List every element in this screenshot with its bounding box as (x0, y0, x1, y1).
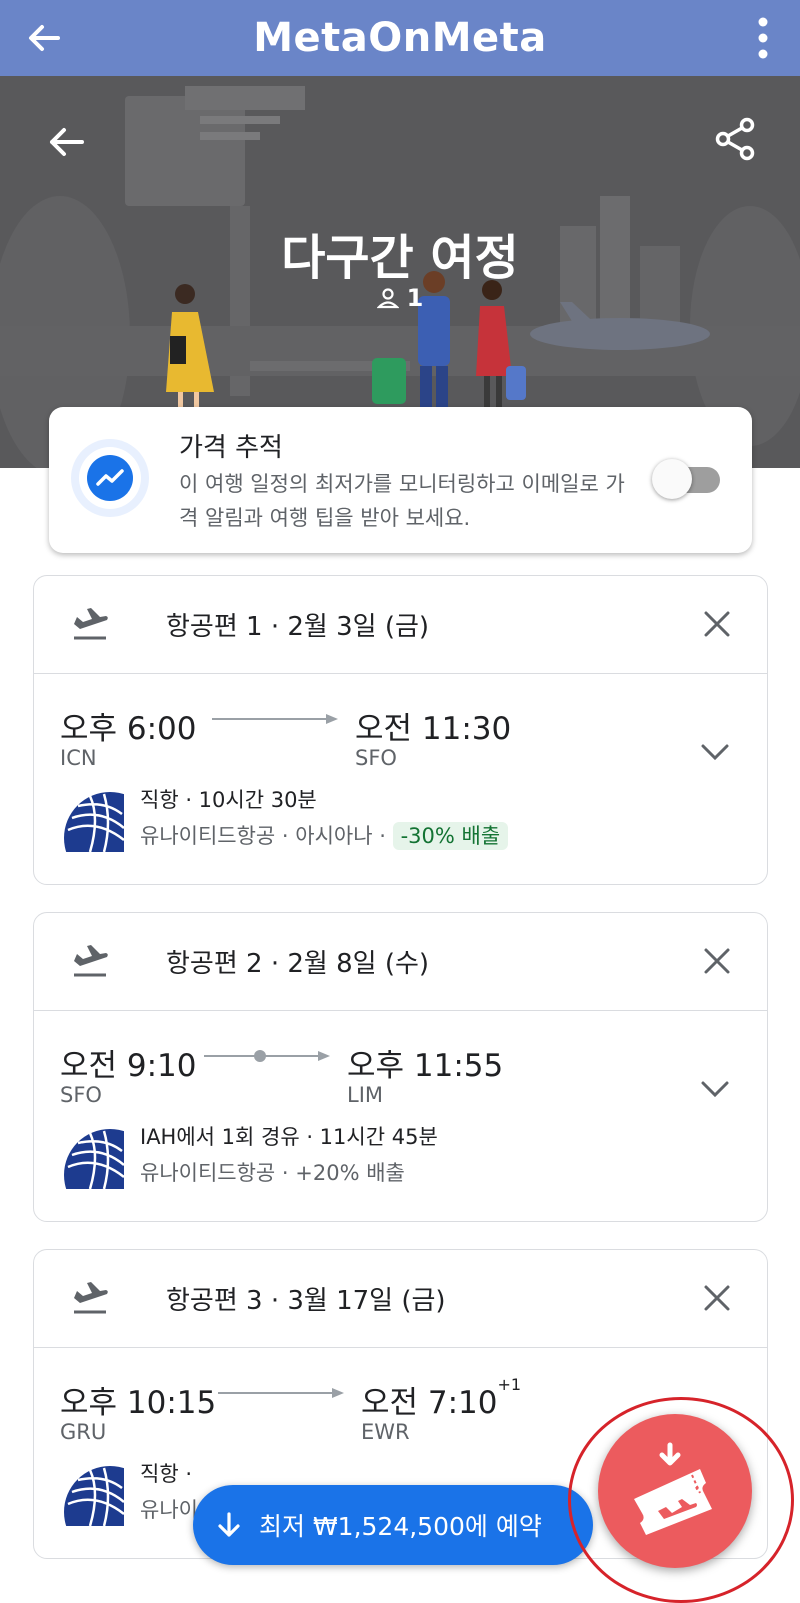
person-icon (376, 288, 399, 309)
airlines-info: 유나이티드항공 · 아시아나 · -30% 배출 (140, 820, 509, 850)
route-line (212, 718, 334, 720)
layover-dot (254, 1050, 266, 1062)
close-icon[interactable] (703, 1284, 731, 1312)
route-arrow-icon (332, 1388, 344, 1398)
arrival-airport: SFO (355, 746, 397, 770)
arrival-time: 오전 7:10+1 (361, 1375, 522, 1421)
departure-time: 오후 10:15 (60, 1385, 217, 1421)
price-tracking-card: 가격 추적 이 여행 일정의 최저가를 모니터링하고 이메일로 가격 알림과 여… (49, 407, 752, 553)
arrow-down-icon (218, 1512, 240, 1537)
united-airlines-logo (60, 788, 124, 852)
flight-ticket-icon (634, 1442, 712, 1535)
departure-airport: ICN (60, 746, 97, 770)
route-arrow-icon (326, 714, 338, 724)
price-tracking-toggle[interactable] (652, 459, 724, 499)
more-options-icon[interactable] (756, 16, 770, 60)
close-icon[interactable] (703, 947, 731, 975)
app-bar: MetaOnMeta (0, 0, 800, 76)
price-trend-icon (71, 439, 149, 517)
departure-airport: SFO (60, 1083, 102, 1107)
book-cheapest-button[interactable]: 최저 ₩1,524,500에 예약 (193, 1485, 593, 1565)
price-tracking-title: 가격 추적 (179, 433, 283, 463)
stops-and-duration: 직항 · (140, 1462, 192, 1486)
united-airlines-logo (60, 1125, 124, 1189)
emissions-badge: -30% 배출 (392, 822, 509, 850)
price-tracking-description: 이 여행 일정의 최저가를 모니터링하고 이메일로 가격 알림과 여행 팁을 받… (179, 472, 625, 530)
app-title: MetaOnMeta (253, 15, 547, 61)
arrival-airport: LIM (347, 1083, 384, 1107)
trip-title: 다구간 여정 (281, 230, 519, 286)
passenger-count: 1 (0, 284, 800, 312)
flight-header-title: 항공편 2 · 2월 8일 (수) (166, 949, 430, 979)
flight-card-1[interactable]: 항공편 1 · 2월 3일 (금) 오후 6:00 오전 11:30 ICN S… (33, 575, 768, 885)
stops-and-duration: 직항 · 10시간 30분 (140, 788, 317, 812)
route-line (218, 1392, 340, 1394)
flight-card-header: 항공편 3 · 3월 17일 (금) (34, 1250, 767, 1348)
united-airlines-logo (60, 1462, 124, 1526)
hero-back-arrow-icon[interactable] (44, 120, 88, 164)
plane-departure-icon (74, 945, 108, 977)
flight-card-header: 항공편 2 · 2월 8일 (수) (34, 913, 767, 1011)
arrival-time: 오후 11:55 (347, 1048, 504, 1084)
plane-departure-icon (74, 608, 108, 640)
flight-card-header: 항공편 1 · 2월 3일 (금) (34, 576, 767, 674)
share-icon[interactable] (712, 116, 758, 162)
arrival-time: 오전 11:30 (355, 711, 512, 747)
departure-airport: GRU (60, 1420, 107, 1444)
close-icon[interactable] (703, 610, 731, 638)
airlines-info: 유나이티드항공 · +20% 배출 (140, 1161, 405, 1185)
chevron-down-icon[interactable] (699, 736, 731, 768)
back-arrow-icon[interactable] (24, 18, 64, 58)
departure-time: 오후 6:00 (60, 711, 197, 747)
airlines-info: 유나이 (140, 1498, 198, 1522)
book-button-label: 최저 ₩1,524,500에 예약 (259, 1512, 542, 1541)
flight-card-2[interactable]: 항공편 2 · 2월 8일 (수) 오전 9:10 오후 11:55 SFO L… (33, 912, 768, 1222)
plane-departure-icon (74, 1282, 108, 1314)
flight-header-title: 항공편 3 · 3월 17일 (금) (166, 1286, 446, 1316)
stops-and-duration: IAH에서 1회 경유 · 11시간 45분 (140, 1125, 438, 1149)
arrival-airport: EWR (361, 1420, 410, 1444)
passenger-count-value: 1 (406, 284, 424, 312)
route-arrow-icon (318, 1051, 330, 1061)
ticket-fab[interactable] (598, 1414, 752, 1568)
flight-header-title: 항공편 1 · 2월 3일 (금) (166, 612, 430, 642)
chevron-down-icon[interactable] (699, 1073, 731, 1105)
departure-time: 오전 9:10 (60, 1048, 197, 1084)
